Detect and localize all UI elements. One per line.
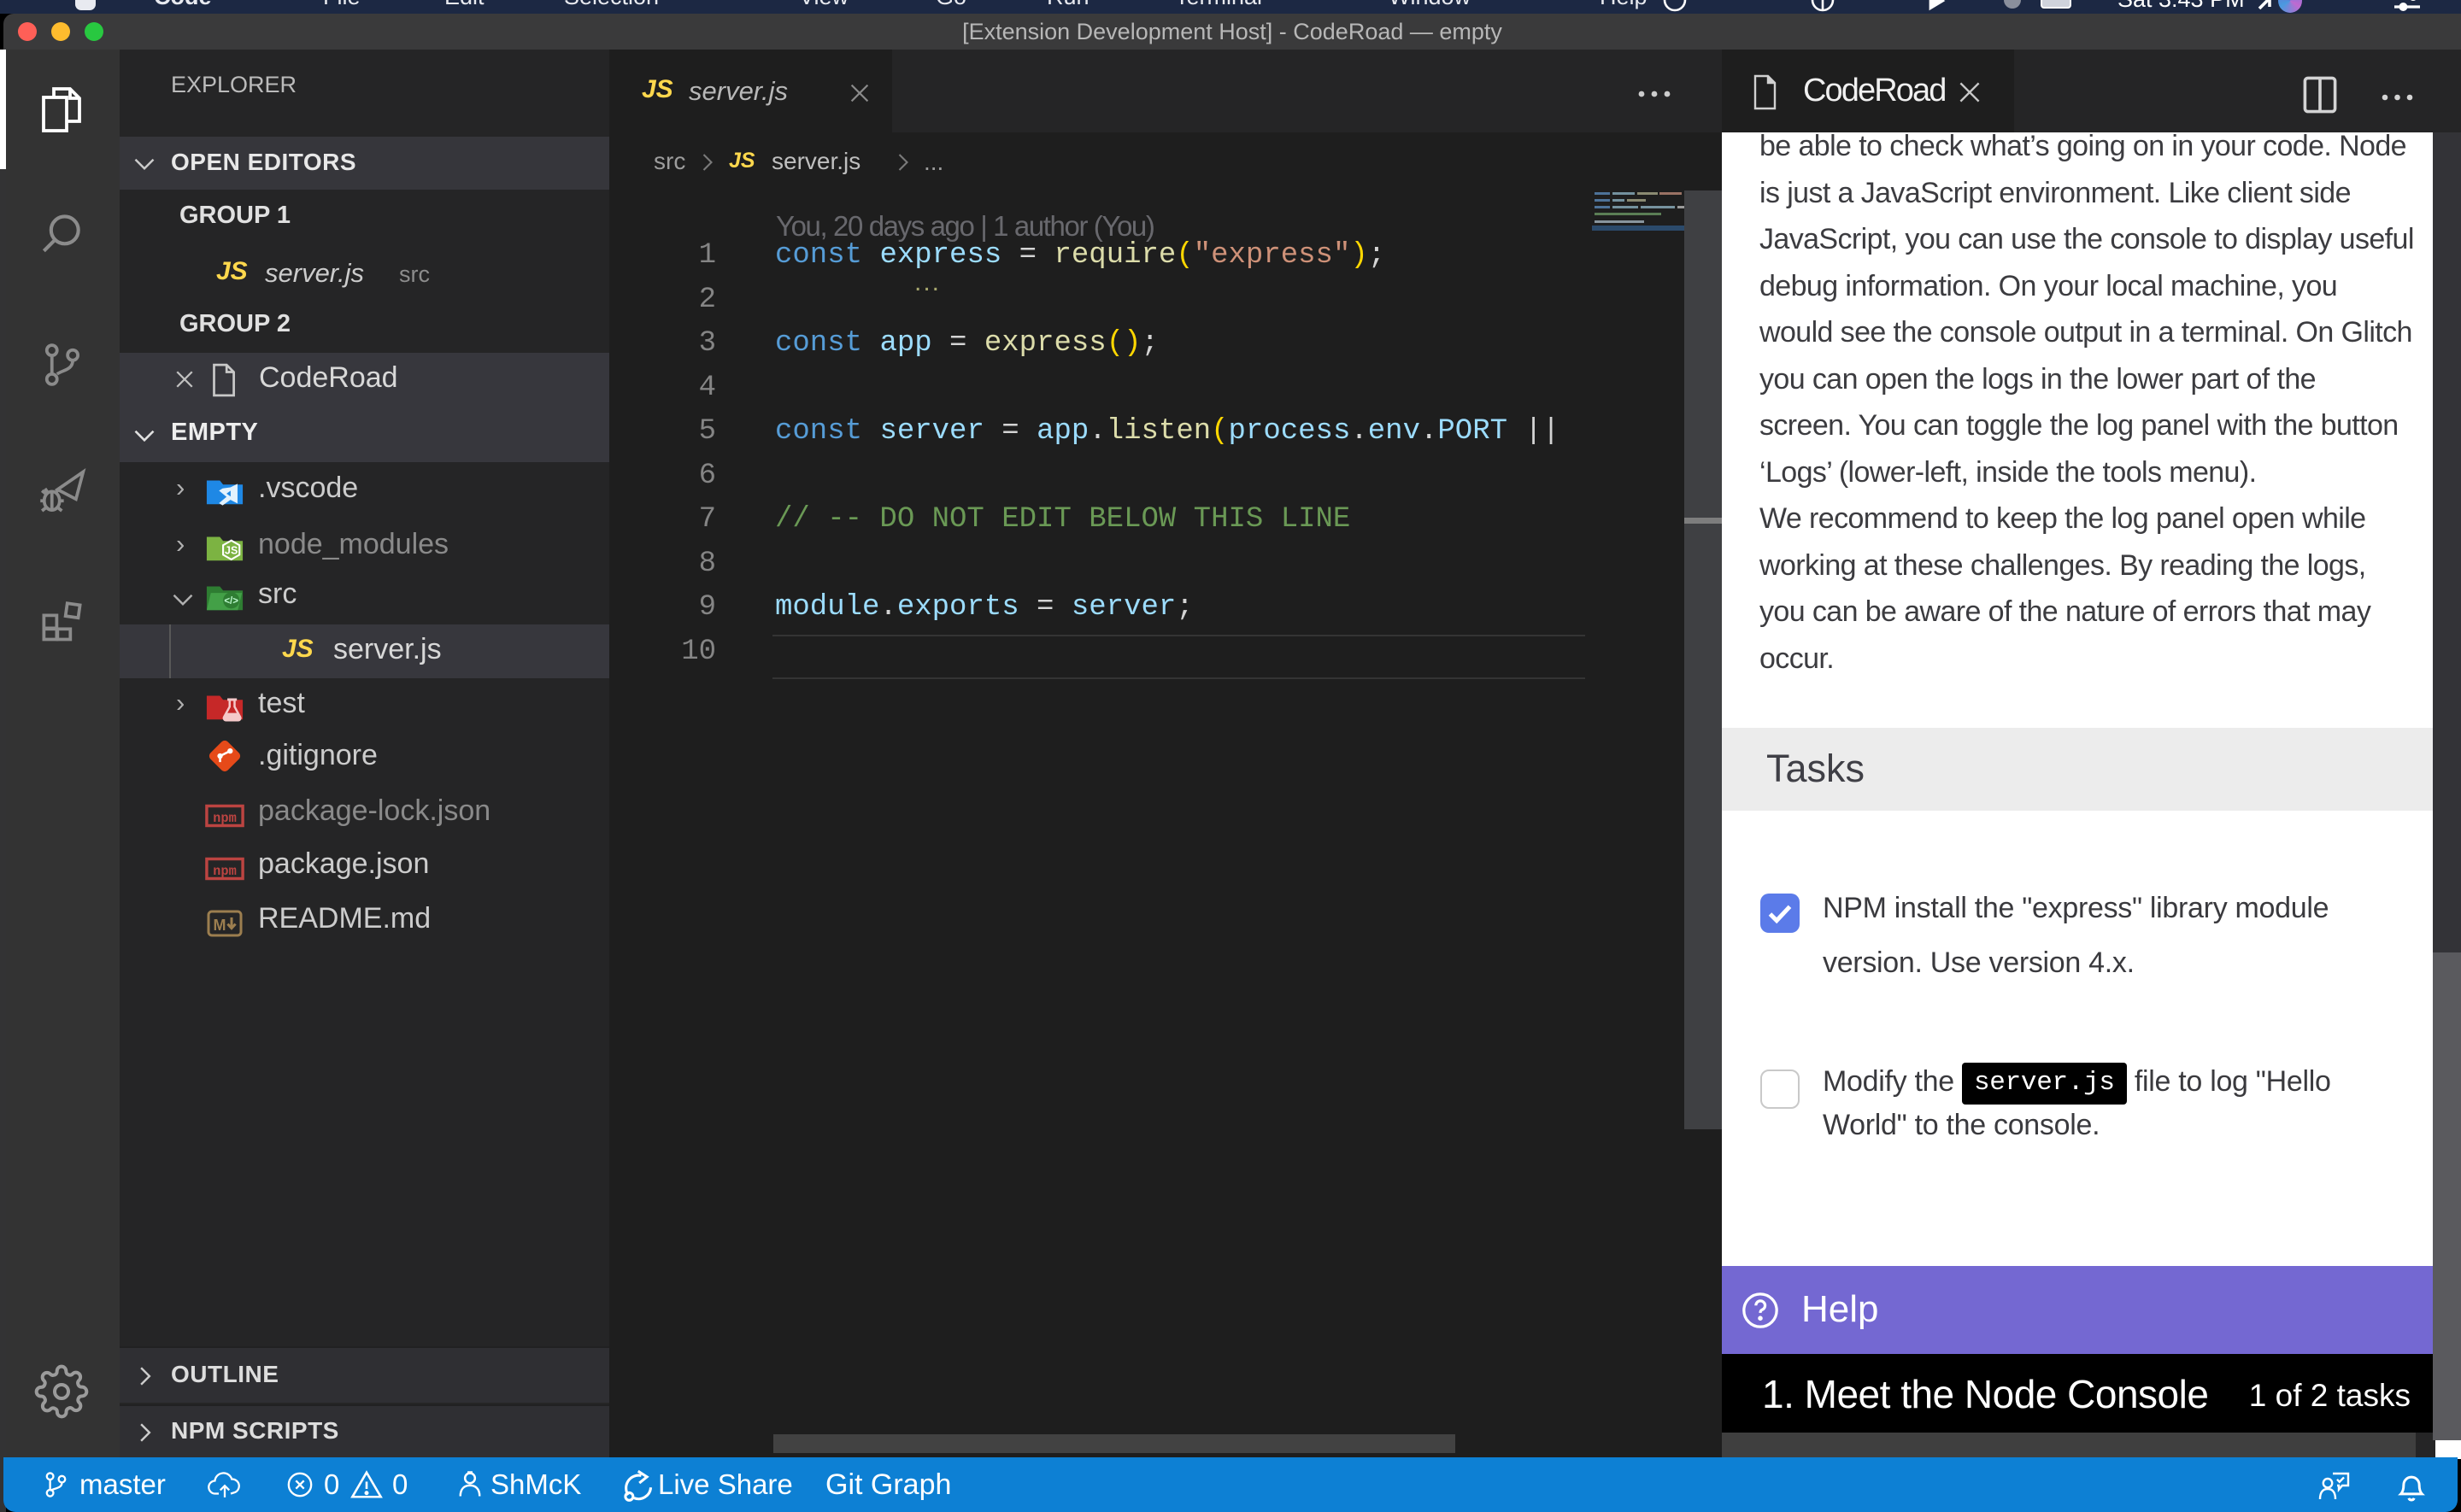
svg-text:npm: npm [213,864,237,879]
svg-text:M: M [214,917,226,934]
svg-text:JS: JS [225,544,238,556]
svg-text:</>: </> [224,596,238,607]
svg-text:npm: npm [213,811,237,826]
